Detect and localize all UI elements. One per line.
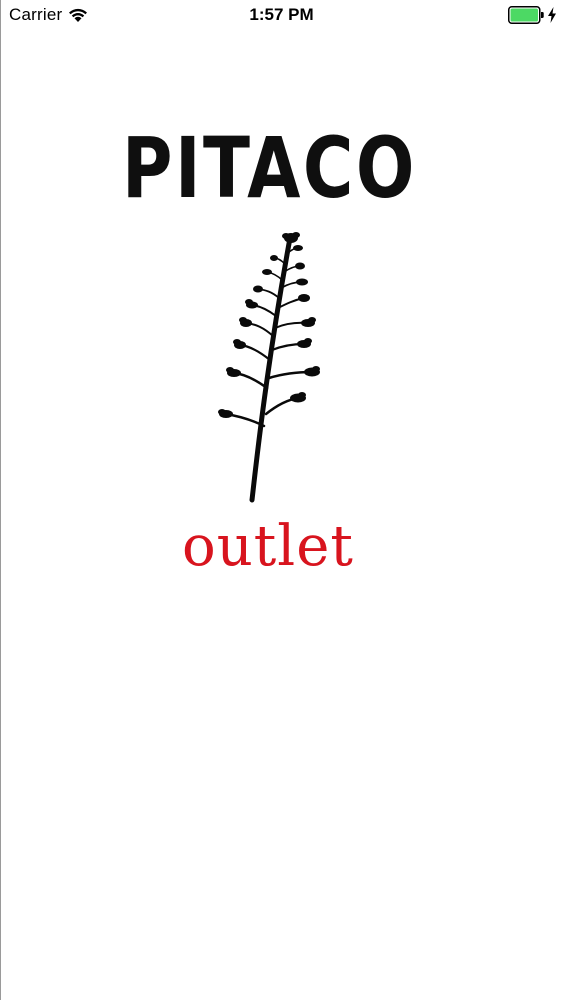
agave-tree-icon [218, 232, 320, 503]
brand-wordmark: PITACO [122, 119, 417, 217]
splash-screen: PITACO outlet [0, 0, 563, 1000]
outlet-label: outlet [182, 514, 354, 579]
